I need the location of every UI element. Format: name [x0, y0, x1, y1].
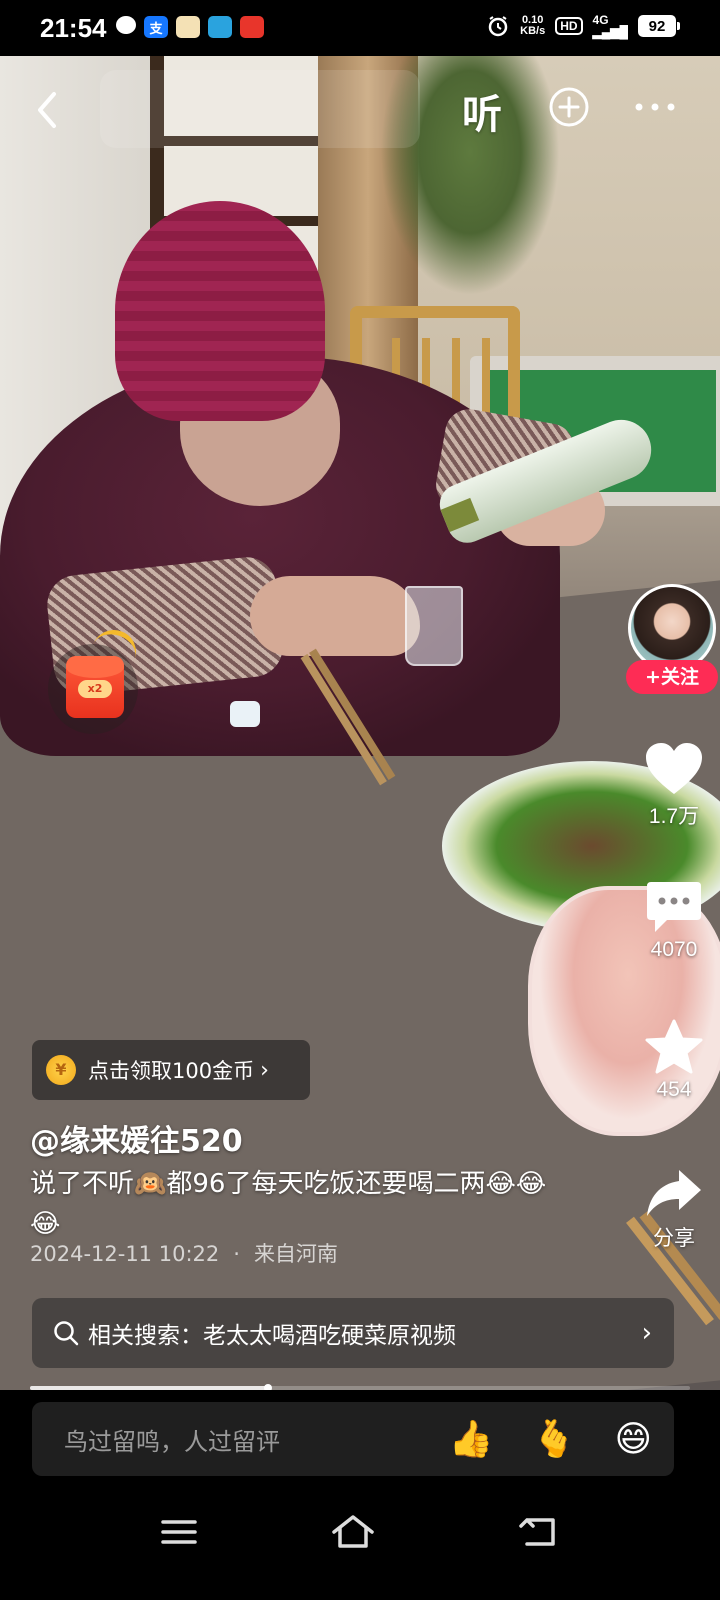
status-bar: 21:54 支 0.10 KB/s HD 4G ▂▄▆█ 92: [0, 0, 720, 56]
comment-count: 4070: [650, 938, 698, 961]
favorite-count: 454: [656, 1078, 692, 1101]
battery-icon: 92: [638, 15, 680, 37]
meta-separator: ·: [233, 1242, 240, 1266]
scene-hand: [250, 576, 420, 656]
status-time: 21:54: [40, 13, 107, 43]
alarm-icon: [488, 16, 508, 37]
related-search-bar[interactable]: 相关搜索：老太太喝酒吃硬菜原视频 ›: [32, 1298, 674, 1368]
post-meta: 2024-12-11 10:22 · 来自河南: [30, 1238, 338, 1268]
post-date: 2024-12-11 10:22: [30, 1242, 220, 1266]
gold-coin-icon: ¥: [46, 1055, 76, 1085]
scene-hat: [115, 201, 325, 421]
laughing-emoji-icon[interactable]: 😄: [614, 1419, 652, 1460]
blurred-search-area[interactable]: [100, 70, 420, 148]
system-nav-bar: [0, 1490, 720, 1600]
video-top-bar: 听: [0, 56, 720, 166]
post-location: 来自河南: [253, 1242, 338, 1266]
comment-placeholder: 鸟过留鸣，人过留评: [64, 1427, 280, 1456]
news-app-icon: [240, 16, 264, 38]
notification-icons: 支: [116, 16, 264, 38]
share-button[interactable]: 分享: [626, 1166, 720, 1252]
chevron-right-icon: ›: [641, 1318, 652, 1348]
back-arrow-icon[interactable]: [28, 86, 68, 134]
network-speed: 0.10 KB/s: [520, 14, 546, 37]
signal-indicator: 4G ▂▄▆█: [592, 13, 628, 39]
comment-button[interactable]: 4070: [626, 878, 720, 962]
comment-bar: 鸟过留鸣，人过留评 👍 🫰 😄: [0, 1390, 720, 1490]
home-icon[interactable]: [328, 1512, 378, 1552]
author-name[interactable]: @缘来媛往520: [30, 1116, 243, 1160]
follow-button[interactable]: +关注: [626, 660, 718, 694]
chevron-right-icon: ›: [260, 1057, 269, 1083]
app-icon: [176, 16, 200, 38]
finger-heart-emoji-icon[interactable]: 🫰: [532, 1418, 577, 1460]
telegram-icon: [208, 16, 232, 38]
favorite-button[interactable]: 454: [626, 1018, 720, 1102]
add-circle-icon[interactable]: [548, 86, 590, 128]
listen-button[interactable]: 听: [462, 82, 502, 140]
red-packet-multiplier: x2: [78, 680, 112, 698]
coin-reward-button[interactable]: ¥ 点击领取100金币 ›: [32, 1040, 310, 1100]
menu-icon[interactable]: [155, 1512, 205, 1552]
comment-input[interactable]: 鸟过留鸣，人过留评 👍 🫰 😄: [32, 1402, 674, 1476]
share-arrow-icon: [647, 1170, 701, 1216]
heart-icon: [646, 743, 702, 794]
alipay-icon: 支: [144, 16, 168, 38]
share-label: 分享: [653, 1227, 695, 1250]
like-button[interactable]: 1.7万: [626, 740, 720, 830]
search-icon: [54, 1321, 79, 1346]
thumbs-up-emoji-icon[interactable]: 👍: [449, 1418, 494, 1460]
like-count: 1.7万: [648, 805, 700, 828]
red-packet-widget[interactable]: x2: [48, 623, 143, 734]
comment-bubble-icon: [647, 882, 701, 932]
scene-cap: [230, 701, 260, 727]
hd-badge: HD: [555, 17, 583, 35]
related-search-text: 相关搜索：老太太喝酒吃硬菜原视频: [88, 1323, 456, 1349]
author-avatar-group: +关注: [626, 584, 720, 700]
coin-reward-label: 点击领取100金币: [88, 1059, 255, 1083]
scene-glass: [405, 586, 463, 666]
avatar[interactable]: [628, 584, 716, 672]
back-icon[interactable]: [515, 1512, 565, 1552]
chat-bubble-icon: [116, 16, 136, 34]
post-caption[interactable]: 说了不听🙉都96了每天吃饭还要喝二两😂😂😂: [30, 1164, 570, 1244]
more-dots-icon[interactable]: [632, 86, 678, 128]
star-icon: [645, 1019, 703, 1074]
